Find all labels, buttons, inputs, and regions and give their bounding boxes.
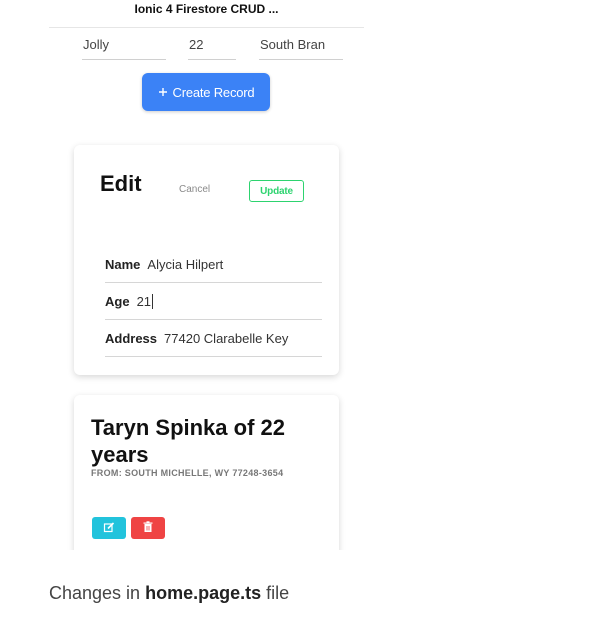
page-title: Ionic 4 Firestore CRUD ... <box>49 0 364 28</box>
age-field[interactable]: Age 21 <box>105 283 322 320</box>
cancel-button[interactable]: Cancel <box>179 184 210 195</box>
record-card: Taryn Spinka of 22 years FROM: SOUTH MIC… <box>74 395 339 550</box>
app-screenshot: Ionic 4 Firestore CRUD ... Create Record… <box>49 0 364 550</box>
name-input[interactable] <box>82 30 166 60</box>
record-title: Taryn Spinka of 22 years <box>91 415 285 467</box>
edit-icon <box>103 521 115 536</box>
create-form <box>49 30 364 62</box>
name-label: Name <box>105 256 141 272</box>
caption-prefix: Changes in <box>49 583 141 603</box>
delete-record-button[interactable] <box>131 517 165 539</box>
name-field[interactable]: Name Alycia Hilpert <box>105 246 322 283</box>
caption-filename: home.page.ts <box>145 583 262 603</box>
edit-record-button[interactable] <box>92 517 126 539</box>
caption: Changes in home.page.ts file <box>49 583 289 604</box>
trash-icon <box>143 520 153 536</box>
update-button[interactable]: Update <box>249 180 304 202</box>
text-cursor <box>152 293 154 309</box>
address-field[interactable]: Address 77420 Clarabelle Key <box>105 320 322 357</box>
record-address: FROM: SOUTH MICHELLE, WY 77248-3654 <box>91 468 284 478</box>
age-label: Age <box>105 293 130 309</box>
address-value: 77420 Clarabelle Key <box>164 330 289 346</box>
address-input[interactable] <box>259 30 343 60</box>
name-value: Alycia Hilpert <box>147 256 224 272</box>
plus-icon <box>158 85 168 100</box>
caption-suffix: file <box>266 583 290 603</box>
create-record-label: Create Record <box>172 84 255 100</box>
edit-card: Edit Cancel Update Name Alycia Hilpert A… <box>74 145 339 375</box>
create-record-button[interactable]: Create Record <box>142 73 270 111</box>
address-label: Address <box>105 330 158 346</box>
edit-title: Edit <box>100 171 142 196</box>
age-input[interactable] <box>188 30 236 60</box>
age-value: 21 <box>136 293 152 309</box>
